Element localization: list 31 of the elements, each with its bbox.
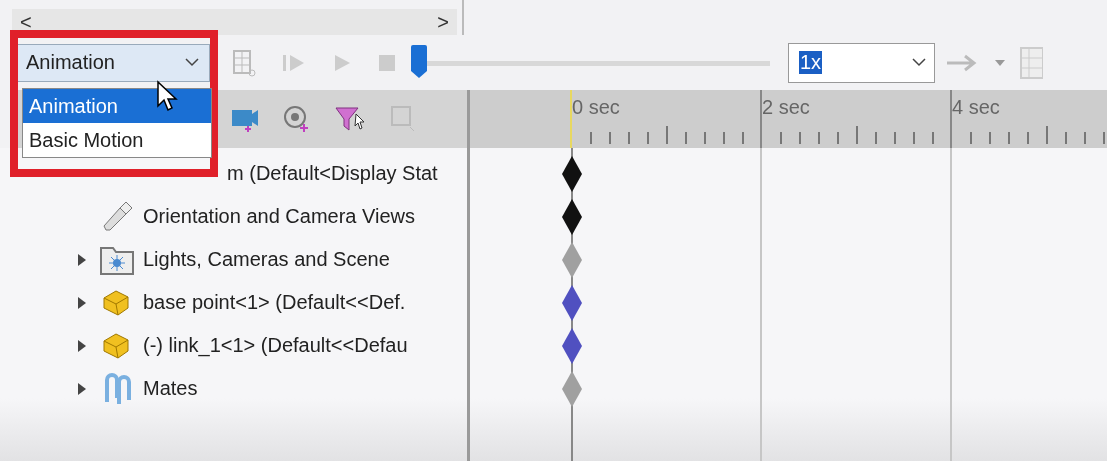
chevron-down-icon [185,58,199,67]
arrow-right-icon[interactable] [945,52,979,73]
caret-icon[interactable] [995,59,1005,66]
keyframe-diamond[interactable] [562,155,582,192]
expand-arrow-icon[interactable] [77,339,87,352]
keyframe-diamond[interactable] [562,327,582,364]
time-label: 0 sec [572,96,620,119]
table-icon[interactable] [232,48,256,77]
time-label: 4 sec [952,96,1000,119]
timeline-ruler[interactable]: 0 sec 2 sec 4 sec [470,90,1107,148]
dropdown-option[interactable]: Animation [23,89,211,123]
scroll-right-button[interactable]: > [437,12,449,32]
study-type-dropdown[interactable]: Animation [15,43,210,82]
expand-arrow-icon[interactable] [77,382,87,395]
horizontal-scrollbar[interactable]: < > [12,9,457,35]
tree-item[interactable]: base point<1> (Default<<Def. [143,291,406,314]
keyframe-diamond[interactable] [562,284,582,321]
slider-thumb[interactable] [410,44,428,79]
tree-item[interactable]: m (Default<Display Stat [227,162,438,185]
scroll-left-button[interactable]: < [20,12,32,32]
expand-arrow-icon[interactable] [77,253,87,266]
tree-item[interactable]: Lights, Cameras and Scene [143,248,390,271]
time-label: 2 sec [762,96,810,119]
dropdown-option[interactable]: Basic Motion [23,123,211,157]
expand-arrow-icon[interactable] [77,296,87,309]
speed-dropdown[interactable]: 1x [788,42,935,83]
chevron-down-icon [912,58,926,67]
tree-item[interactable]: Mates [143,377,198,400]
tree-item[interactable]: Orientation and Camera Views [143,205,415,228]
tree-item[interactable]: (-) link_1<1> (Default<<Defau [143,334,408,357]
keyframe-diamond[interactable] [562,198,582,235]
